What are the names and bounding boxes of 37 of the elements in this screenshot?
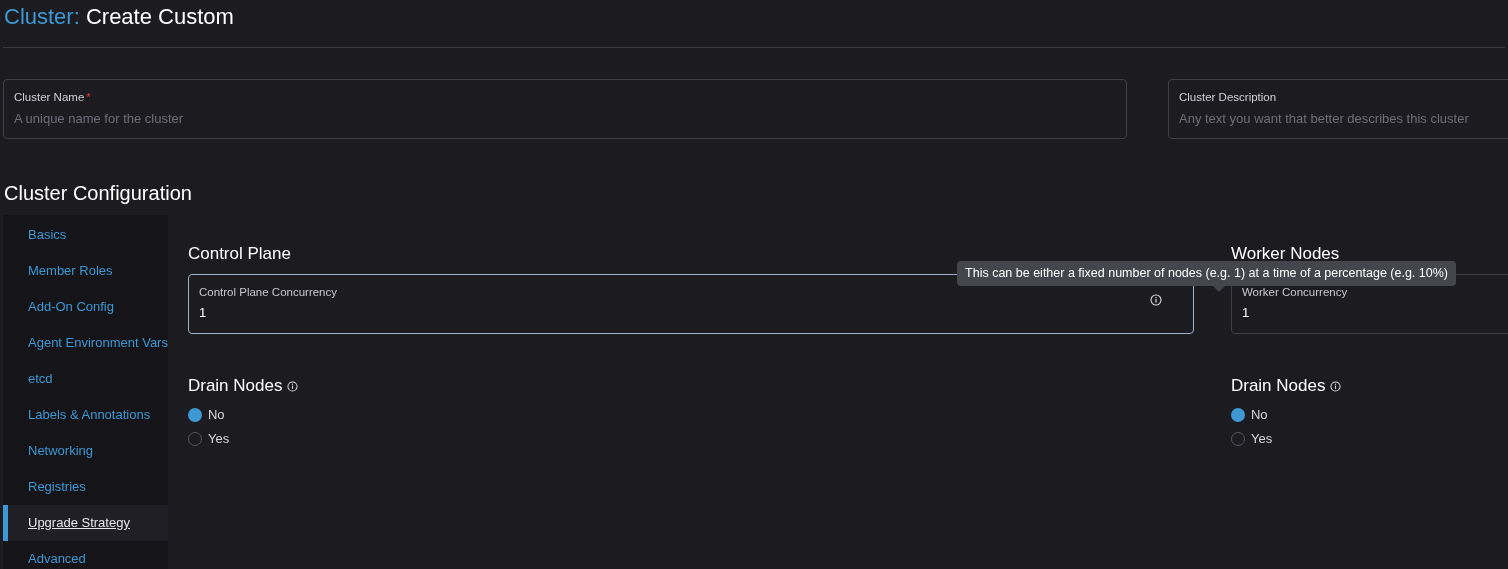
sidebar-item[interactable]: Registries — [3, 469, 168, 505]
breadcrumb-link[interactable]: Cluster: — [4, 4, 80, 29]
page-title: Create Custom — [85, 4, 234, 29]
sidebar-item[interactable]: Networking — [3, 433, 168, 469]
required-asterisk: * — [86, 91, 91, 103]
section-heading: Cluster Configuration — [3, 181, 193, 206]
field-label: Cluster Description — [1179, 91, 1277, 103]
radio-label: No — [1250, 406, 1268, 425]
field-value: 1 — [198, 304, 208, 322]
radio-label: No — [207, 406, 225, 425]
radio-label: Yes — [207, 430, 230, 449]
column-heading: Control Plane — [187, 243, 292, 265]
sidebar-item[interactable]: Member Roles — [3, 253, 168, 289]
text-input[interactable]: Any text you want that better describes this cluster — [1179, 109, 1508, 129]
section-heading: Drain Nodes — [1230, 375, 1326, 397]
text-input[interactable]: A unique name for the cluster — [14, 109, 1116, 129]
section-heading: Drain Nodes — [187, 375, 283, 397]
text-field[interactable]: Cluster Name * A unique name for the cluster — [3, 79, 1127, 139]
sidebar-item[interactable]: Basics — [3, 217, 168, 253]
text-field[interactable]: Cluster Description Any text you want that better describes this cluster — [1168, 79, 1508, 139]
tooltip-pointer-icon — [1213, 286, 1226, 292]
sidebar-item[interactable]: Advanced — [3, 541, 168, 569]
field-label: Worker Concurrency — [1241, 285, 1349, 300]
radio-button[interactable] — [187, 408, 202, 422]
field-label: Cluster Name — [14, 91, 85, 103]
info-icon — [1149, 294, 1162, 306]
radio-label: Yes — [1250, 430, 1273, 449]
sidebar-item[interactable]: Labels & Annotations — [3, 397, 168, 433]
info-icon — [287, 380, 299, 392]
field-label: Control Plane Concurrency — [198, 285, 339, 300]
sidebar-item[interactable]: etcd — [3, 361, 168, 397]
radio-button[interactable] — [1230, 408, 1245, 422]
sidebar-item[interactable]: Add-On Config — [3, 289, 168, 325]
sidebar-item[interactable]: Upgrade Strategy — [3, 505, 168, 541]
sidebar-item[interactable]: Agent Environment Vars — [3, 325, 168, 361]
info-icon — [1330, 380, 1342, 392]
field-value: 1 — [1241, 304, 1251, 322]
